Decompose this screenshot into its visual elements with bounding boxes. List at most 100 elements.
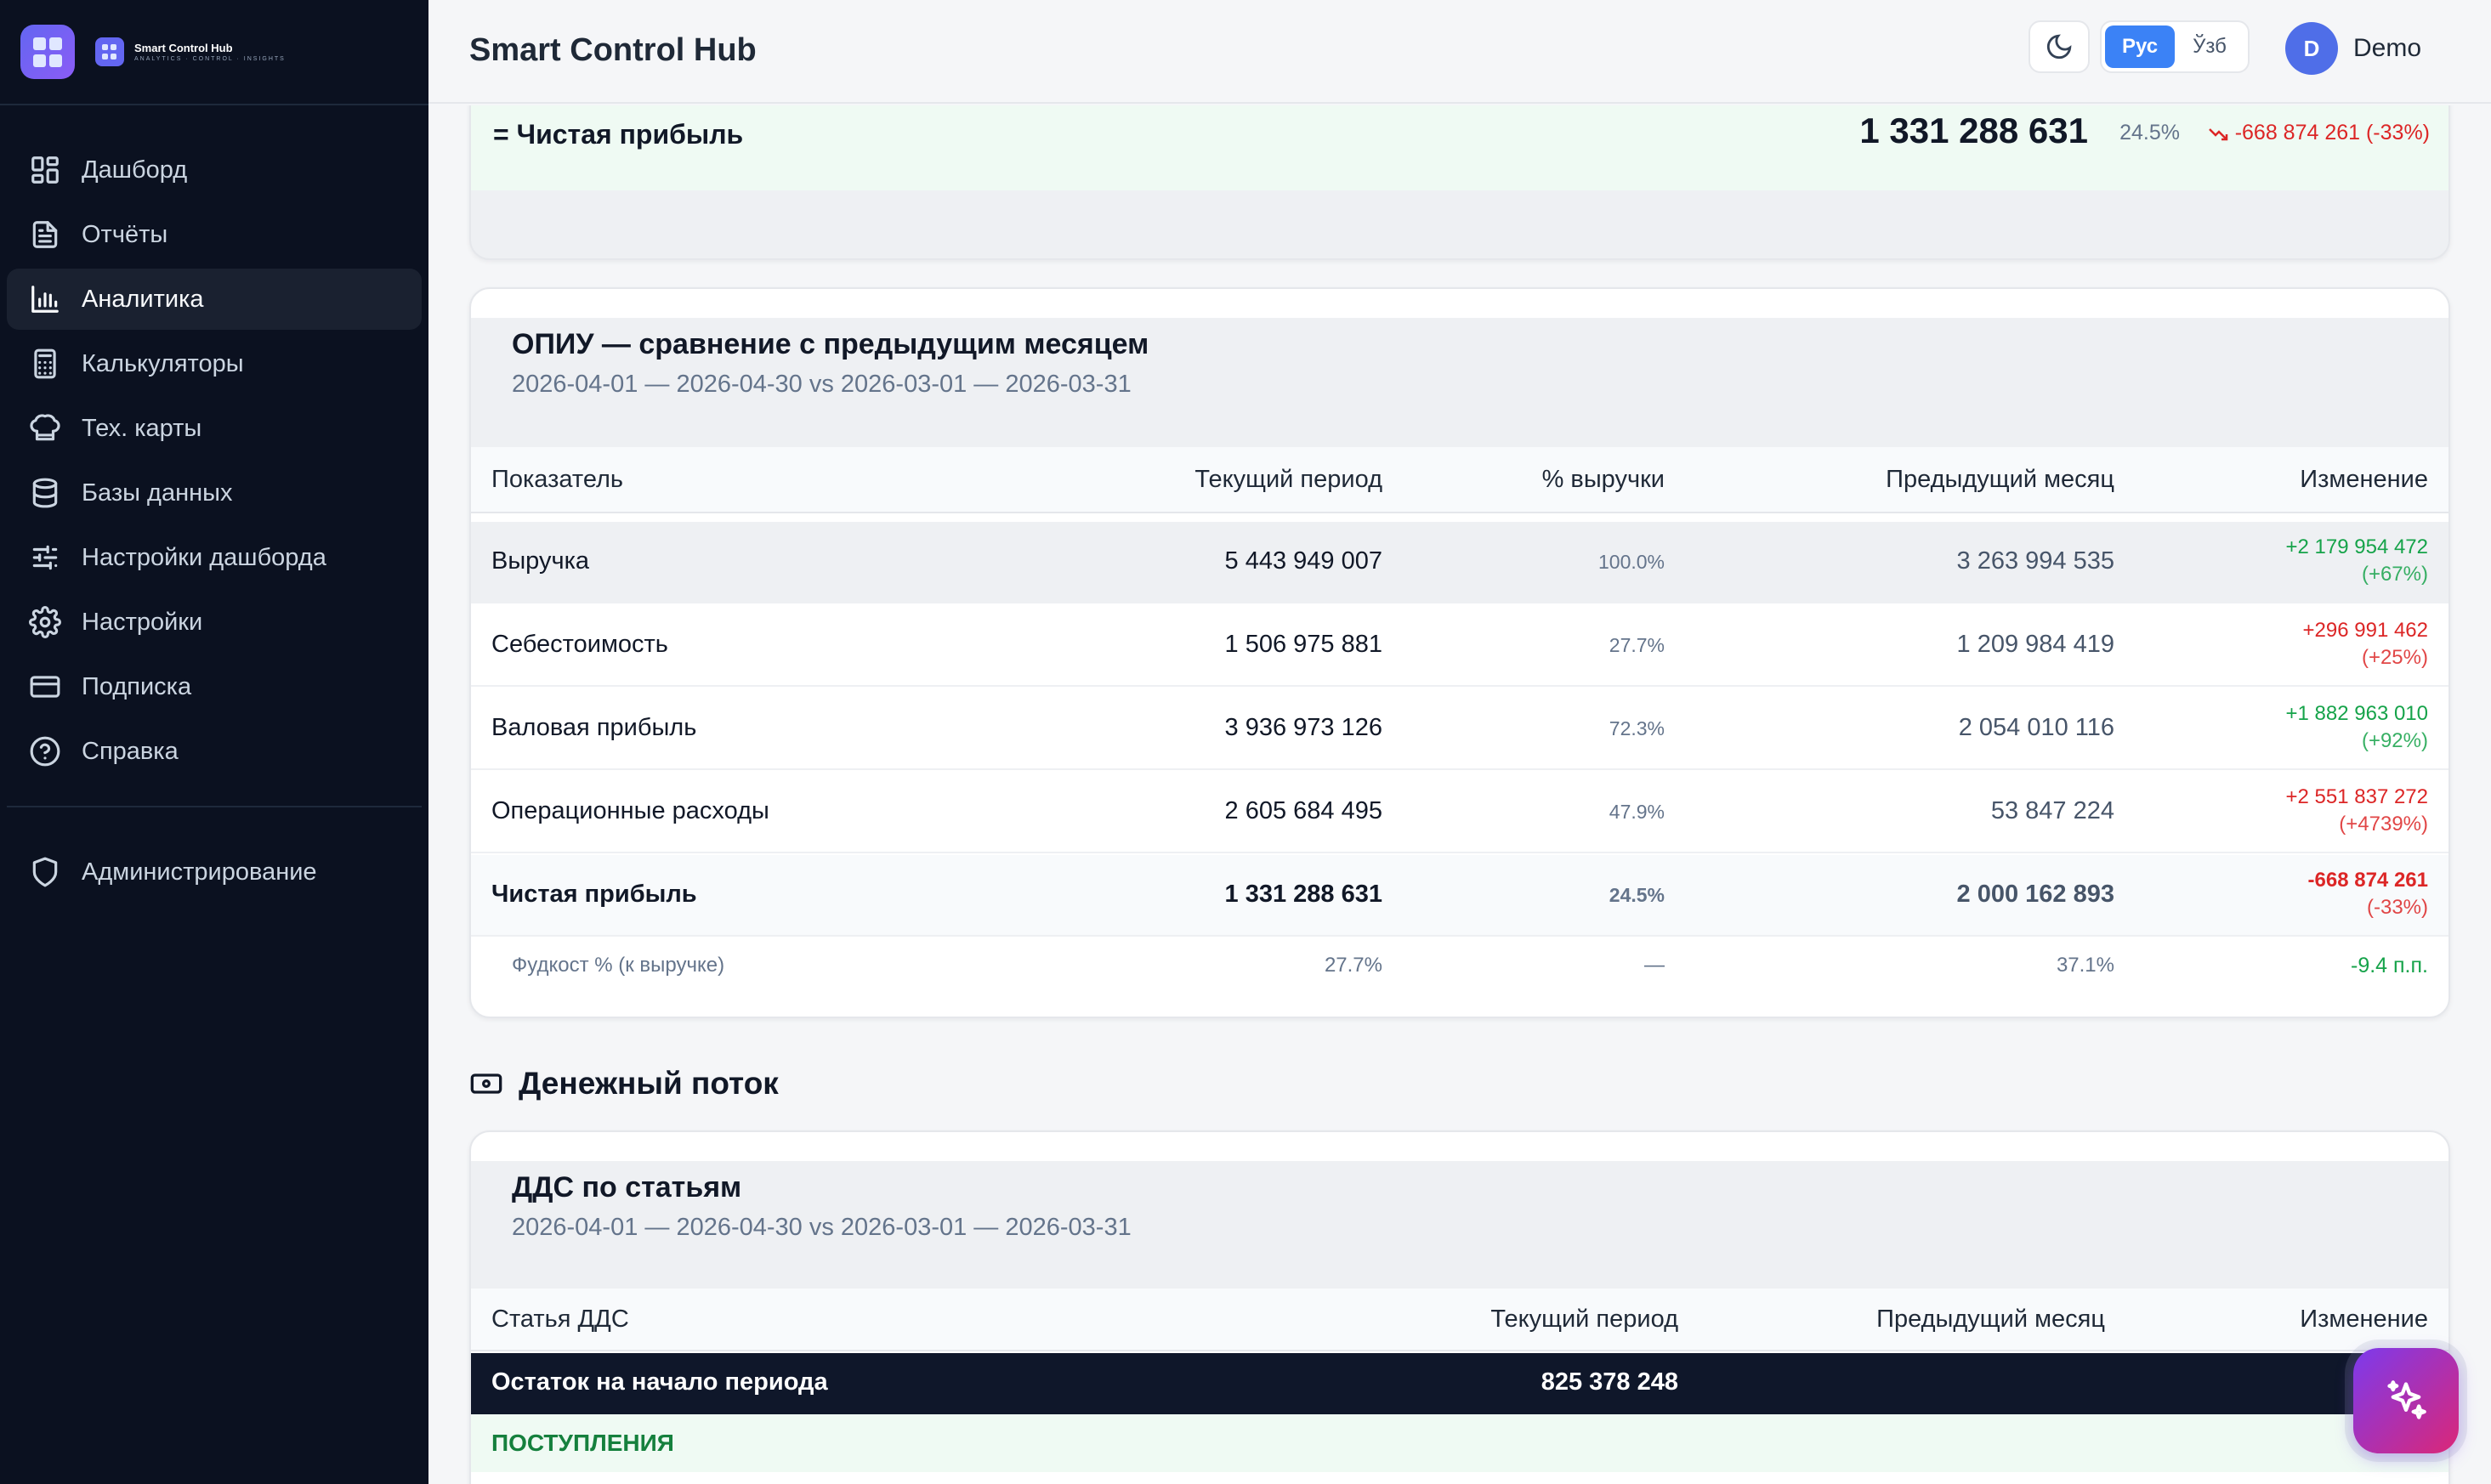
row-change-value: +2 551 837 272 bbox=[2285, 785, 2429, 808]
sidebar-item-label: Настройки bbox=[82, 608, 203, 636]
row-prev: 2 000 162 893 bbox=[1956, 881, 2114, 908]
row-prev: 53 847 224 bbox=[1990, 797, 2114, 824]
column-header[interactable]: Изменение bbox=[2300, 466, 2428, 494]
row-name: Чистая прибыль bbox=[491, 881, 697, 908]
column-header[interactable]: Предыдущий месяц bbox=[1876, 1306, 2105, 1334]
user-name[interactable]: Demo bbox=[2353, 34, 2421, 63]
sidebar-item-dashboard[interactable]: Дашборд bbox=[7, 139, 422, 201]
table-row-total[interactable]: Чистая прибыль 1 331 288 631 24.5% 2 000… bbox=[471, 855, 2448, 937]
table-row[interactable]: Выручка 5 443 949 007 100.0% 3 263 994 5… bbox=[471, 522, 2448, 603]
row-prev: 37.1% bbox=[2056, 954, 2114, 977]
card-title: ОПИУ — сравнение с предыдущим месяцем bbox=[512, 328, 1149, 360]
row-pct: 72.3% bbox=[1609, 717, 1665, 739]
row-current: 3 936 973 126 bbox=[1224, 714, 1382, 741]
sidebar-item-label: Отчёты bbox=[82, 220, 168, 248]
sidebar-item-calculators[interactable]: Калькуляторы bbox=[7, 333, 422, 394]
brand-logo[interactable]: Smart Control Hub ANALYTICS · CONTROL · … bbox=[95, 37, 286, 66]
net-profit-row: = Чистая прибыль 1 331 288 631 24.5% -66… bbox=[471, 105, 2448, 190]
table-header: Статья ДДС Текущий период Предыдущий мес… bbox=[471, 1289, 2448, 1351]
column-header[interactable]: Предыдущий месяц bbox=[1886, 466, 2114, 494]
app-icon[interactable] bbox=[20, 25, 75, 79]
moon-icon bbox=[2046, 34, 2072, 59]
net-profit-card: = Чистая прибыль 1 331 288 631 24.5% -66… bbox=[469, 105, 2450, 260]
table-row-foodcost[interactable]: Фудкост % (к выручке) 27.7% — 37.1% -9.4… bbox=[471, 938, 2448, 993]
cashflow-section-title: Денежный поток bbox=[469, 1066, 779, 1102]
row-change: +1 882 963 010 (+92%) bbox=[2286, 700, 2429, 755]
net-profit-value: 1 331 288 631 bbox=[1859, 110, 2088, 150]
row-current: 1 506 975 881 bbox=[1224, 631, 1382, 658]
row-change-pct: (+4739%) bbox=[2339, 813, 2428, 835]
theme-toggle-button[interactable] bbox=[2029, 20, 2090, 73]
sidebar-item-dashboard-settings[interactable]: Настройки дашборда bbox=[7, 527, 422, 588]
row-change-value: -9.4 п.п. bbox=[2351, 954, 2428, 977]
card-period: 2026-04-01 — 2026-04-30 vs 2026-03-01 — … bbox=[512, 1214, 1132, 1241]
sidebar-item-label: Настройки дашборда bbox=[82, 543, 326, 571]
card-header: ДДС по статьям 2026-04-01 — 2026-04-30 v… bbox=[471, 1161, 2448, 1289]
sidebar-item-label: Дашборд bbox=[82, 156, 188, 184]
sidebar-item-analytics[interactable]: Аналитика bbox=[7, 269, 422, 330]
brand: Smart Control Hub ANALYTICS · CONTROL · … bbox=[0, 0, 428, 105]
lang-ru-button[interactable]: Рус bbox=[2105, 25, 2175, 68]
column-header[interactable]: Статья ДДС bbox=[491, 1306, 629, 1334]
row-change-pct: (+25%) bbox=[2361, 646, 2428, 669]
sidebar-item-subscription[interactable]: Подписка bbox=[7, 656, 422, 717]
sidebar-item-reports[interactable]: Отчёты bbox=[7, 204, 422, 265]
row-change-value: +296 991 462 bbox=[2302, 619, 2428, 642]
analytics-icon bbox=[31, 286, 59, 313]
net-profit-pct: 24.5% bbox=[2119, 121, 2180, 144]
row-change-pct: (-33%) bbox=[2366, 896, 2428, 919]
row-change-value: +2 179 954 472 bbox=[2285, 535, 2429, 558]
row-current: 825 378 248 bbox=[1541, 1368, 1678, 1396]
column-header[interactable]: % выручки bbox=[1542, 466, 1665, 494]
page-title: Smart Control Hub bbox=[469, 32, 757, 68]
row-change: +296 991 462 (+25%) bbox=[2303, 617, 2428, 671]
sparkles-icon bbox=[2387, 1380, 2426, 1419]
help-icon bbox=[30, 736, 60, 767]
main-content: = Чистая прибыль 1 331 288 631 24.5% -66… bbox=[428, 105, 2491, 1484]
row-current: 1 331 288 631 bbox=[1224, 881, 1382, 908]
table-row[interactable]: Валовая прибыль 3 936 973 126 72.3% 2 05… bbox=[471, 688, 2448, 770]
sidebar-item-label: Справка bbox=[82, 737, 179, 765]
banknote-icon bbox=[470, 1073, 502, 1094]
card-title: ДДС по статьям bbox=[512, 1171, 742, 1204]
reports-icon bbox=[32, 221, 58, 248]
trend-down-icon bbox=[2208, 127, 2227, 140]
row-pct: 100.0% bbox=[1597, 551, 1665, 573]
gear-icon bbox=[29, 606, 61, 638]
sidebar-item-help[interactable]: Справка bbox=[7, 721, 422, 782]
table-row[interactable]: Себестоимость 1 506 975 881 27.7% 1 209 … bbox=[471, 605, 2448, 687]
sliders-icon bbox=[32, 545, 58, 570]
row-current: 2 605 684 495 bbox=[1224, 797, 1382, 824]
inflows-group-row[interactable]: ПОСТУПЛЕНИЯ bbox=[471, 1414, 2448, 1472]
opening-balance-row[interactable]: Остаток на начало периода 825 378 248 bbox=[471, 1353, 2448, 1414]
column-header[interactable]: Изменение bbox=[2300, 1306, 2428, 1334]
row-prev: 1 209 984 419 bbox=[1956, 631, 2114, 658]
column-header[interactable]: Текущий период bbox=[1194, 466, 1382, 494]
sidebar-item-tech-cards[interactable]: Тех. карты bbox=[7, 398, 422, 459]
column-header[interactable]: Показатель bbox=[491, 466, 623, 494]
row-pct: 47.9% bbox=[1609, 801, 1665, 823]
row-name: Операционные расходы bbox=[491, 797, 769, 824]
dashboard-icon bbox=[31, 156, 59, 184]
section-title-text: Денежный поток bbox=[519, 1066, 779, 1101]
row-change: -668 874 261 (-33%) bbox=[2308, 867, 2428, 921]
lang-uz-button[interactable]: Ўзб bbox=[2175, 25, 2244, 68]
language-switcher: Рус Ўзб bbox=[2100, 20, 2250, 73]
sidebar-item-admin[interactable]: Администрирование bbox=[7, 841, 422, 903]
sidebar-item-databases[interactable]: Базы данных bbox=[7, 462, 422, 524]
table-row[interactable]: Операционные расходы 2 605 684 495 47.9%… bbox=[471, 772, 2448, 853]
row-change: +2 551 837 272 (+4739%) bbox=[2286, 784, 2429, 838]
row-name: Валовая прибыль bbox=[491, 714, 697, 741]
column-header[interactable]: Текущий период bbox=[1490, 1306, 1678, 1334]
net-profit-change-value: -668 874 261 (-33%) bbox=[2234, 121, 2430, 144]
avatar[interactable]: D bbox=[2285, 22, 2338, 75]
row-name: Фудкост % (к выручке) bbox=[512, 954, 725, 977]
table-header: Показатель Текущий период % выручки Пред… bbox=[471, 447, 2448, 513]
row-pct: 27.7% bbox=[1609, 634, 1665, 656]
logo-grid-icon bbox=[95, 37, 124, 66]
sidebar-item-label: Администрирование bbox=[82, 858, 317, 886]
sidebar-divider bbox=[7, 806, 422, 807]
row-change-value: +1 882 963 010 bbox=[2285, 702, 2429, 725]
sidebar-item-settings[interactable]: Настройки bbox=[7, 592, 422, 653]
ai-assistant-button[interactable] bbox=[2353, 1348, 2459, 1453]
